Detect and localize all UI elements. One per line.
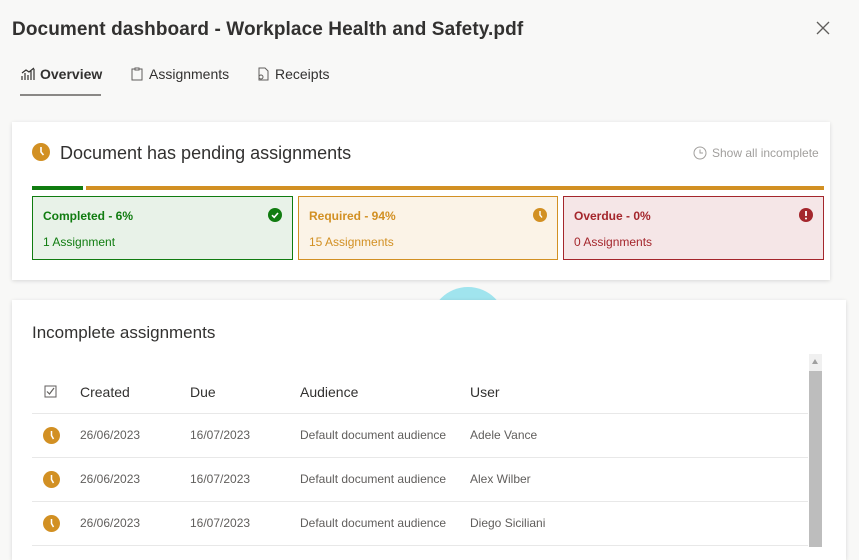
required-box[interactable]: Required - 94% 15 Assignments <box>298 196 558 260</box>
cell-audience: Default document audience <box>300 428 447 442</box>
cell-created: 26/06/2023 <box>80 428 141 442</box>
overdue-count: 0 Assignments <box>574 235 653 249</box>
column-header-due[interactable]: Due <box>190 384 216 400</box>
tab-label: Overview <box>40 66 103 82</box>
clipboard-icon <box>131 67 143 81</box>
cell-user: Adele Vance <box>470 428 538 442</box>
receipt-icon <box>258 67 269 81</box>
clock-icon <box>533 208 547 222</box>
scrollbar-thumb[interactable] <box>809 371 822 547</box>
overdue-box[interactable]: Overdue - 0% 0 Assignments <box>563 196 824 260</box>
cell-due: 16/07/2023 <box>190 472 251 486</box>
cell-created: 26/06/2023 <box>80 516 141 530</box>
divider <box>32 545 808 546</box>
active-tab-indicator <box>20 94 101 96</box>
tab-assignments[interactable]: Assignments <box>130 66 229 82</box>
progress-required <box>86 186 824 190</box>
cell-created: 26/06/2023 <box>80 472 141 486</box>
dialog-title: Document dashboard - Workplace Health an… <box>12 19 524 40</box>
column-header-user[interactable]: User <box>470 384 500 400</box>
column-header-audience[interactable]: Audience <box>300 384 358 400</box>
clock-icon <box>43 471 60 488</box>
column-header-created[interactable]: Created <box>80 384 130 400</box>
scroll-up-arrow-icon[interactable] <box>812 359 818 364</box>
tab-label: Receipts <box>275 66 330 82</box>
show-all-incomplete-link[interactable]: Show all incomplete <box>693 146 819 160</box>
show-all-label: Show all incomplete <box>712 146 819 160</box>
clock-icon <box>32 143 50 161</box>
progress-completed <box>32 186 83 190</box>
cell-audience: Default document audience <box>300 472 447 486</box>
tab-overview[interactable]: Overview <box>21 66 102 82</box>
required-count: 15 Assignments <box>309 235 394 249</box>
clock-outline-icon <box>693 146 707 160</box>
required-title: Required - 94% <box>309 209 396 223</box>
chart-icon <box>21 67 35 80</box>
exclamation-circle-icon <box>799 208 813 222</box>
clock-icon <box>43 427 60 444</box>
cell-due: 16/07/2023 <box>190 428 251 442</box>
select-all-checkbox-icon[interactable] <box>44 385 57 398</box>
tab-label: Assignments <box>149 66 230 82</box>
cell-user: Diego Siciliani <box>470 516 546 530</box>
tab-receipts[interactable]: Receipts <box>256 66 329 82</box>
incomplete-title: Incomplete assignments <box>32 323 216 342</box>
completed-box[interactable]: Completed - 6% 1 Assignment <box>32 196 293 260</box>
close-icon[interactable] <box>814 19 832 37</box>
clock-icon <box>43 515 60 532</box>
check-circle-icon <box>268 208 282 222</box>
completed-count: 1 Assignment <box>43 235 116 249</box>
cell-audience: Default document audience <box>300 516 447 530</box>
completed-title: Completed - 6% <box>43 209 134 223</box>
cell-user: Alex Wilber <box>470 472 531 486</box>
cell-due: 16/07/2023 <box>190 516 251 530</box>
summary-title: Document has pending assignments <box>60 143 352 163</box>
overdue-title: Overdue - 0% <box>574 209 651 223</box>
